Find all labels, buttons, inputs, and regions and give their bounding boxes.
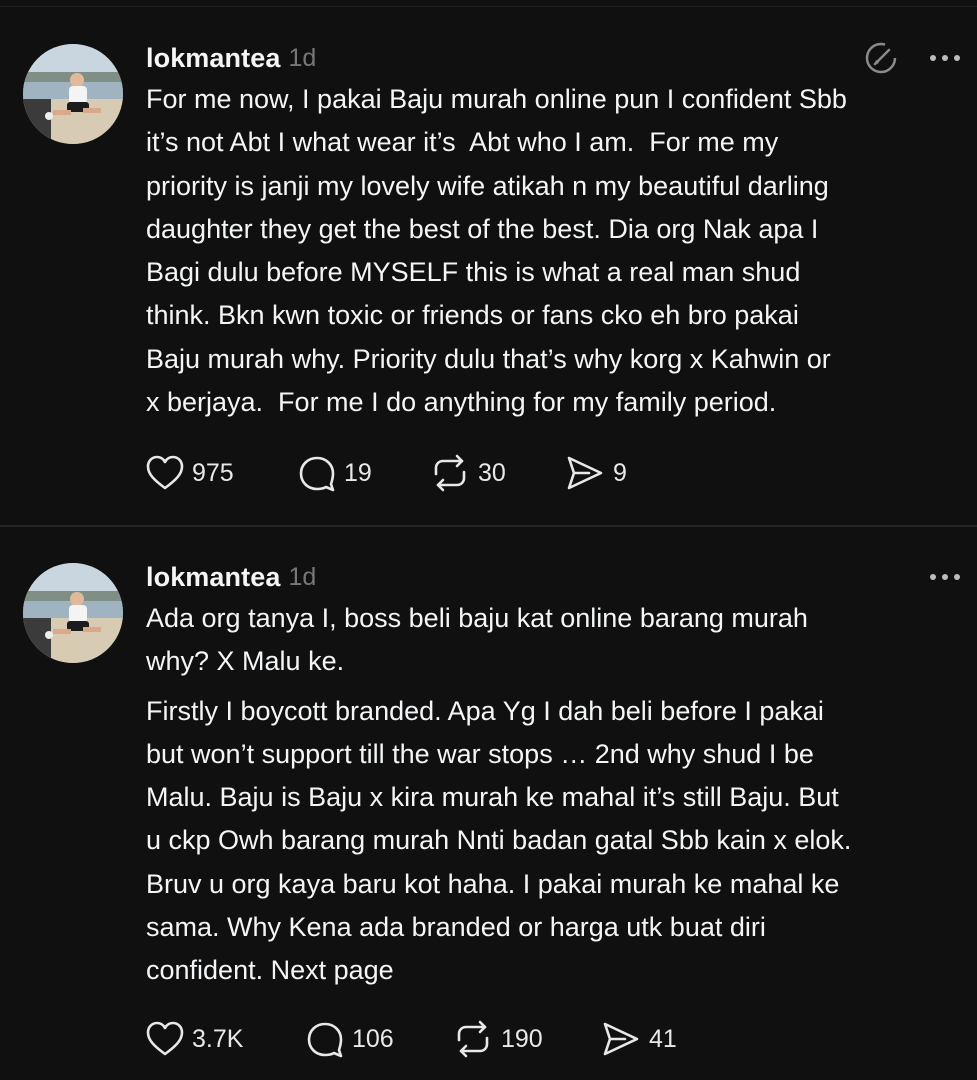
comment-bubble-icon — [299, 456, 335, 492]
send-arrow-icon — [603, 1022, 639, 1056]
post-time: 1d — [288, 43, 317, 72]
avatar[interactable] — [23, 44, 123, 144]
post-text: Firstly I boycott branded. Apa Yg I dah … — [146, 695, 852, 986]
reply-count: 106 — [352, 1024, 394, 1053]
top-divider — [0, 0, 977, 7]
thread-post: lokmantea 1d Ada org tanya I, boss beli … — [0, 527, 977, 1080]
post-header: lokmantea 1d — [146, 38, 961, 78]
post-text: For me now, I pakai Baju murah online pu… — [146, 84, 847, 418]
repost-arrows-icon — [434, 454, 466, 492]
edit-circle-icon[interactable] — [863, 40, 899, 76]
send-arrow-icon — [567, 456, 603, 490]
heart-icon — [146, 455, 184, 490]
more-dots-icon[interactable] — [929, 572, 961, 582]
heart-icon — [146, 1021, 184, 1056]
post-content: lokmantea 1d Ada org tanya I, boss beli … — [146, 557, 961, 993]
action-bar: 975 19 30 9 — [146, 451, 627, 495]
header-actions — [863, 38, 961, 78]
reply-button[interactable]: 106 — [306, 1020, 453, 1058]
share-button[interactable]: 41 — [601, 1020, 677, 1058]
username[interactable]: lokmantea — [146, 562, 280, 593]
like-button[interactable]: 3.7K — [146, 1021, 306, 1057]
action-bar: 3.7K 106 190 41 — [146, 1017, 677, 1061]
comment-bubble-icon — [307, 1022, 343, 1058]
avatar[interactable] — [23, 563, 123, 663]
like-count: 3.7K — [192, 1024, 244, 1053]
post-text: Ada org tanya I, boss beli baju kat onli… — [146, 603, 808, 677]
share-count: 41 — [649, 1024, 677, 1053]
repost-arrows-icon — [457, 1020, 489, 1058]
like-count: 975 — [192, 458, 234, 487]
share-button[interactable]: 9 — [565, 454, 627, 492]
header-actions — [929, 557, 961, 597]
share-count: 9 — [613, 458, 627, 487]
post-time: 1d — [288, 562, 317, 591]
reply-button[interactable]: 19 — [298, 454, 430, 492]
post-header: lokmantea 1d — [146, 557, 961, 597]
thread-post: lokmantea 1d For me now, I pakai Baju mu… — [0, 8, 977, 525]
repost-count: 30 — [478, 458, 506, 487]
more-dots-icon[interactable] — [929, 53, 961, 63]
reply-count: 19 — [344, 458, 372, 487]
repost-count: 190 — [501, 1024, 543, 1053]
post-content: lokmantea 1d For me now, I pakai Baju mu… — [146, 38, 961, 424]
like-button[interactable]: 975 — [146, 455, 298, 491]
repost-button[interactable]: 30 — [430, 454, 565, 492]
username[interactable]: lokmantea — [146, 43, 280, 74]
repost-button[interactable]: 190 — [453, 1020, 601, 1058]
